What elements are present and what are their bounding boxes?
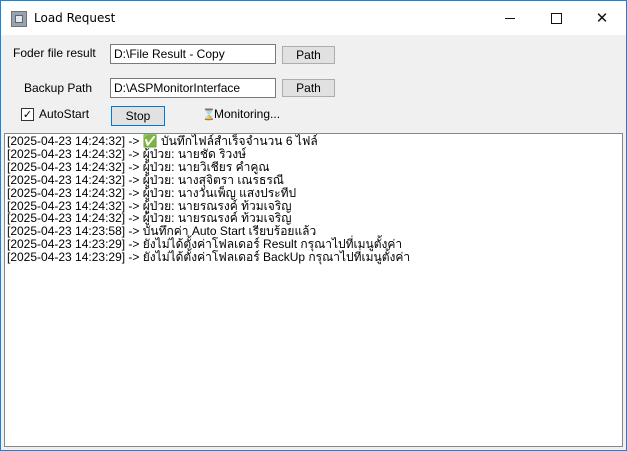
check-icon: ✓ <box>22 108 33 121</box>
log-line: [2025-04-23 14:24:32] -> ผู้ป่วย: นางสุจ… <box>7 172 284 187</box>
backup-path-button[interactable]: Path <box>282 79 335 97</box>
result-path-button[interactable]: Path <box>282 46 335 64</box>
close-button[interactable]: ✕ <box>579 1 625 35</box>
title-bar[interactable]: Load Request ✕ <box>1 1 626 35</box>
result-folder-label: Foder file result <box>13 46 96 60</box>
stop-button[interactable]: Stop <box>111 106 165 126</box>
log-line: [2025-04-23 14:24:32] -> ผู้ป่วย: นายชัด… <box>7 146 247 161</box>
load-request-window: Load Request ✕ Foder file result D:\File… <box>0 0 627 451</box>
backup-path-input[interactable]: D:\ASPMonitorInterface <box>110 78 276 98</box>
status-text: Monitoring... <box>214 107 281 121</box>
maximize-button[interactable] <box>533 1 579 35</box>
log-line: [2025-04-23 14:24:32] -> ผู้ป่วย: นางวัน… <box>7 185 297 200</box>
autostart-checkbox[interactable]: ✓ <box>21 108 34 121</box>
window-title: Load Request <box>34 11 116 25</box>
result-folder-input[interactable]: D:\File Result - Copy <box>110 44 276 64</box>
log-listbox[interactable]: [2025-04-23 14:24:32] -> ✅ บันทึกไฟล์สำเ… <box>4 133 623 447</box>
log-line: [2025-04-23 14:24:32] -> ✅ บันทึกไฟล์สำเ… <box>7 134 318 148</box>
minimize-icon <box>505 17 515 19</box>
minimize-button[interactable] <box>487 1 533 35</box>
backup-path-label: Backup Path <box>24 81 93 95</box>
maximize-icon <box>550 12 562 24</box>
autostart-label[interactable]: AutoStart <box>39 107 89 122</box>
app-icon <box>11 11 27 27</box>
log-line: [2025-04-23 14:23:29] -> ยังไม่ได้ตั้งค่… <box>7 250 411 265</box>
log-line: [2025-04-23 14:24:32] -> ผู้ป่วย: นายวิเ… <box>7 159 270 174</box>
close-icon: ✕ <box>595 9 609 27</box>
